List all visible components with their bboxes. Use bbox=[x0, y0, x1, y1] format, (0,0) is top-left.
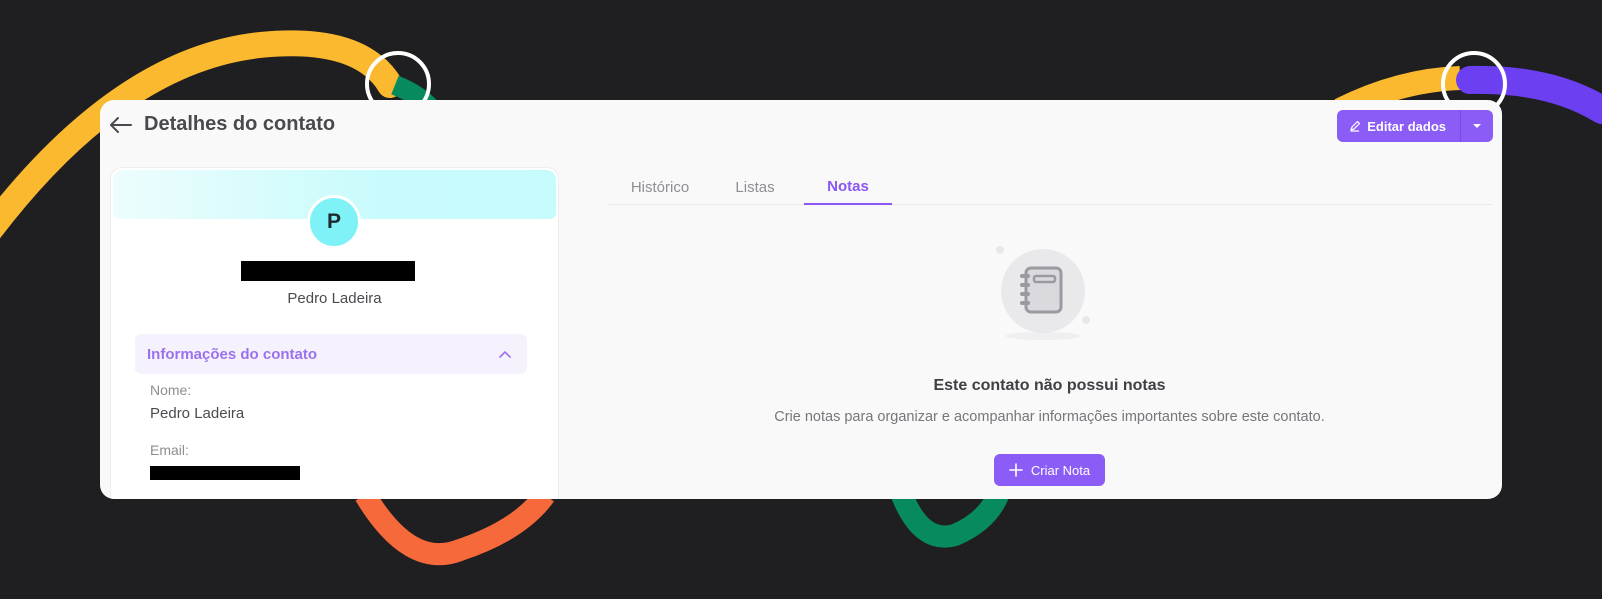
caret-down-icon bbox=[1473, 124, 1481, 128]
chevron-up-icon bbox=[499, 351, 511, 358]
contact-name: Pedro Ladeira bbox=[287, 290, 382, 307]
edit-button-group: Editar dados bbox=[1337, 110, 1493, 142]
pencil-icon bbox=[1350, 120, 1361, 132]
tab-historico[interactable]: Histórico bbox=[619, 169, 701, 205]
empty-state-description: Crie notas para organizar e acompanhar i… bbox=[774, 409, 1325, 425]
edit-button-label: Editar dados bbox=[1367, 118, 1446, 134]
name-field-label: Nome: bbox=[150, 382, 192, 398]
avatar-letter: P bbox=[326, 210, 341, 233]
arrow-left-icon bbox=[110, 117, 132, 133]
accordion-title: Informações do contato bbox=[147, 345, 318, 363]
edit-data-button[interactable]: Editar dados bbox=[1337, 110, 1461, 142]
email-field-label: Email: bbox=[150, 442, 189, 458]
page-title: Detalhes do contato bbox=[144, 113, 336, 135]
create-note-label: Criar Nota bbox=[1030, 462, 1091, 478]
name-field-value: Pedro Ladeira bbox=[150, 405, 245, 422]
contact-tabs: Histórico Listas Notas bbox=[607, 169, 1492, 205]
redacted-email bbox=[150, 466, 300, 480]
tab-notas[interactable]: Notas bbox=[804, 169, 892, 205]
empty-state-title: Este contato não possui notas bbox=[933, 377, 1166, 394]
back-button[interactable] bbox=[108, 112, 134, 138]
edit-dropdown-button[interactable] bbox=[1461, 110, 1493, 142]
contact-info-accordion[interactable]: Informações do contato bbox=[135, 334, 527, 374]
contact-profile-panel: P Pedro Ladeira Informações do contato N… bbox=[110, 167, 559, 499]
avatar: P bbox=[307, 195, 361, 249]
plus-icon bbox=[1009, 463, 1023, 477]
notebook-icon bbox=[996, 246, 1090, 340]
create-note-button[interactable]: Criar Nota bbox=[994, 454, 1105, 486]
tab-listas[interactable]: Listas bbox=[723, 169, 787, 205]
contact-details-card: Detalhes do contato Editar dados P Pedro… bbox=[100, 100, 1502, 499]
redacted-text bbox=[241, 261, 415, 281]
